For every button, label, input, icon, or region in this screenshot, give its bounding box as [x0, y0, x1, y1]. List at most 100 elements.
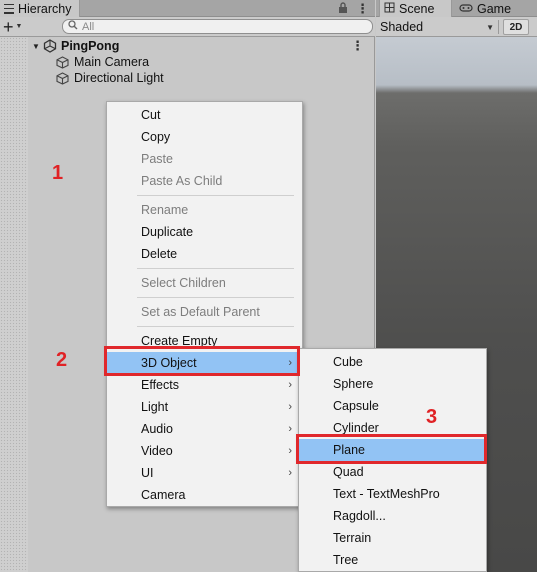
- menu-item-label: Cube: [333, 355, 363, 369]
- search-input[interactable]: [82, 20, 342, 33]
- menu-item-label: Camera: [141, 488, 186, 502]
- toolbar-divider: [498, 20, 499, 34]
- menu-item-light[interactable]: Light ›: [107, 396, 302, 418]
- step-number-3: 3: [426, 406, 438, 428]
- step-number-2: 2: [56, 349, 68, 371]
- context-menu: Cut Copy Paste Paste As Child Rename Dup…: [106, 101, 303, 507]
- highlight-box-3d-object: [104, 346, 300, 376]
- search-box[interactable]: [62, 19, 373, 34]
- menu-item-video[interactable]: Video ›: [107, 440, 302, 462]
- scene-tab-bar: Scene Game: [376, 0, 537, 17]
- menu-separator: [137, 297, 294, 298]
- tab-game-label: Game: [477, 1, 512, 16]
- highlight-box-plane: [296, 434, 487, 464]
- scene-menu-icon[interactable]: ⋮: [351, 38, 364, 54]
- hierarchy-tab[interactable]: Hierarchy: [0, 0, 80, 17]
- submenu-item-cube[interactable]: Cube: [299, 351, 486, 373]
- submenu-item-sphere[interactable]: Sphere: [299, 373, 486, 395]
- expand-arrow-icon[interactable]: ▼: [32, 42, 42, 51]
- hierarchy-tab-bar: Hierarchy ⋮: [0, 0, 375, 17]
- menu-item-label: Effects: [141, 378, 179, 392]
- chevron-down-icon: ▼: [486, 22, 494, 32]
- menu-item-label: Delete: [141, 247, 178, 261]
- chevron-right-icon: ›: [288, 445, 292, 457]
- menu-separator: [137, 195, 294, 196]
- menu-item-paste-as-child[interactable]: Paste As Child: [107, 170, 302, 192]
- menu-item-label: Paste: [141, 152, 173, 166]
- chevron-right-icon: ›: [288, 401, 292, 413]
- hierarchy-item-directional-light[interactable]: Directional Light: [56, 70, 356, 86]
- submenu-item-terrain[interactable]: Terrain: [299, 527, 486, 549]
- gameobject-cube-icon: [56, 55, 69, 69]
- hierarchy-toolbar: + ▼: [0, 17, 375, 37]
- menu-item-label: Quad: [333, 465, 364, 479]
- menu-item-ui[interactable]: UI ›: [107, 462, 302, 484]
- hierarchy-gutter: [0, 37, 28, 572]
- menu-item-paste[interactable]: Paste: [107, 148, 302, 170]
- menu-item-label: Rename: [141, 203, 189, 217]
- menu-item-label: Terrain: [333, 531, 372, 545]
- menu-item-label: Select Children: [141, 276, 226, 290]
- search-icon: [68, 20, 78, 33]
- menu-item-label: Sphere: [333, 377, 374, 391]
- menu-item-copy[interactable]: Copy: [107, 126, 302, 148]
- chevron-down-icon: ▼: [15, 23, 23, 30]
- scene-toolbar: Shaded ▼ 2D: [376, 17, 537, 37]
- chevron-right-icon: ›: [288, 379, 292, 391]
- menu-item-camera[interactable]: Camera: [107, 484, 302, 506]
- hierarchy-item-label: Main Camera: [74, 55, 150, 69]
- create-dropdown-button[interactable]: + ▼: [3, 16, 31, 37]
- menu-item-label: Paste As Child: [141, 174, 223, 188]
- chevron-right-icon: ›: [288, 423, 292, 435]
- unity-scene-icon: [43, 39, 57, 53]
- menu-item-audio[interactable]: Audio ›: [107, 418, 302, 440]
- menu-item-label: UI: [141, 466, 154, 480]
- menu-item-set-default-parent[interactable]: Set as Default Parent: [107, 301, 302, 323]
- gamepad-icon: [459, 2, 473, 16]
- menu-item-label: Duplicate: [141, 225, 194, 239]
- plus-icon: +: [3, 16, 14, 37]
- shading-mode-label: Shaded: [380, 20, 424, 34]
- menu-item-label: Ragdoll...: [333, 509, 386, 523]
- submenu-item-capsule[interactable]: Capsule: [299, 395, 486, 417]
- chevron-right-icon: ›: [288, 467, 292, 479]
- submenu-item-textmeshpro[interactable]: Text - TextMeshPro: [299, 483, 486, 505]
- menu-item-label: Audio: [141, 422, 173, 436]
- hierarchy-item-main-camera[interactable]: Main Camera: [56, 54, 356, 70]
- step-number-1: 1: [52, 162, 64, 184]
- menu-item-label: Set as Default Parent: [141, 305, 260, 319]
- submenu-item-quad[interactable]: Quad: [299, 461, 486, 483]
- menu-item-label: Video: [141, 444, 173, 458]
- tab-scene-label: Scene: [399, 1, 435, 16]
- tab-scene[interactable]: Scene: [379, 0, 452, 17]
- menu-item-cut[interactable]: Cut: [107, 104, 302, 126]
- menu-item-delete[interactable]: Delete: [107, 243, 302, 265]
- hierarchy-tab-label: Hierarchy: [18, 1, 72, 16]
- menu-item-duplicate[interactable]: Duplicate: [107, 221, 302, 243]
- grid-icon: [384, 2, 395, 16]
- shading-mode-dropdown[interactable]: Shaded ▼: [380, 19, 496, 35]
- menu-item-label: Text - TextMeshPro: [333, 487, 440, 501]
- submenu-item-tree[interactable]: Tree: [299, 549, 486, 571]
- menu-item-label: Copy: [141, 130, 171, 144]
- menu-item-label: Tree: [333, 553, 359, 567]
- scene-name: PingPong: [61, 39, 120, 53]
- menu-item-label: Capsule: [333, 399, 379, 413]
- hierarchy-item-label: Directional Light: [74, 71, 164, 85]
- menu-item-effects[interactable]: Effects ›: [107, 374, 302, 396]
- menu-item-label: Light: [141, 400, 169, 414]
- scene-root-row[interactable]: ▼ PingPong ⋮: [28, 38, 375, 54]
- menu-separator: [137, 326, 294, 327]
- submenu-item-ragdoll[interactable]: Ragdoll...: [299, 505, 486, 527]
- list-icon: [4, 3, 14, 14]
- menu-item-label: Cylinder: [333, 421, 379, 435]
- lock-icon[interactable]: [338, 2, 350, 15]
- gameobject-cube-icon: [56, 71, 69, 85]
- menu-separator: [137, 268, 294, 269]
- panel-menu-icon[interactable]: ⋮: [356, 1, 369, 16]
- menu-item-select-children[interactable]: Select Children: [107, 272, 302, 294]
- tab-game[interactable]: Game: [454, 0, 537, 17]
- toggle-2d-button[interactable]: 2D: [503, 19, 529, 35]
- menu-item-rename[interactable]: Rename: [107, 199, 302, 221]
- menu-item-label: Cut: [141, 108, 161, 122]
